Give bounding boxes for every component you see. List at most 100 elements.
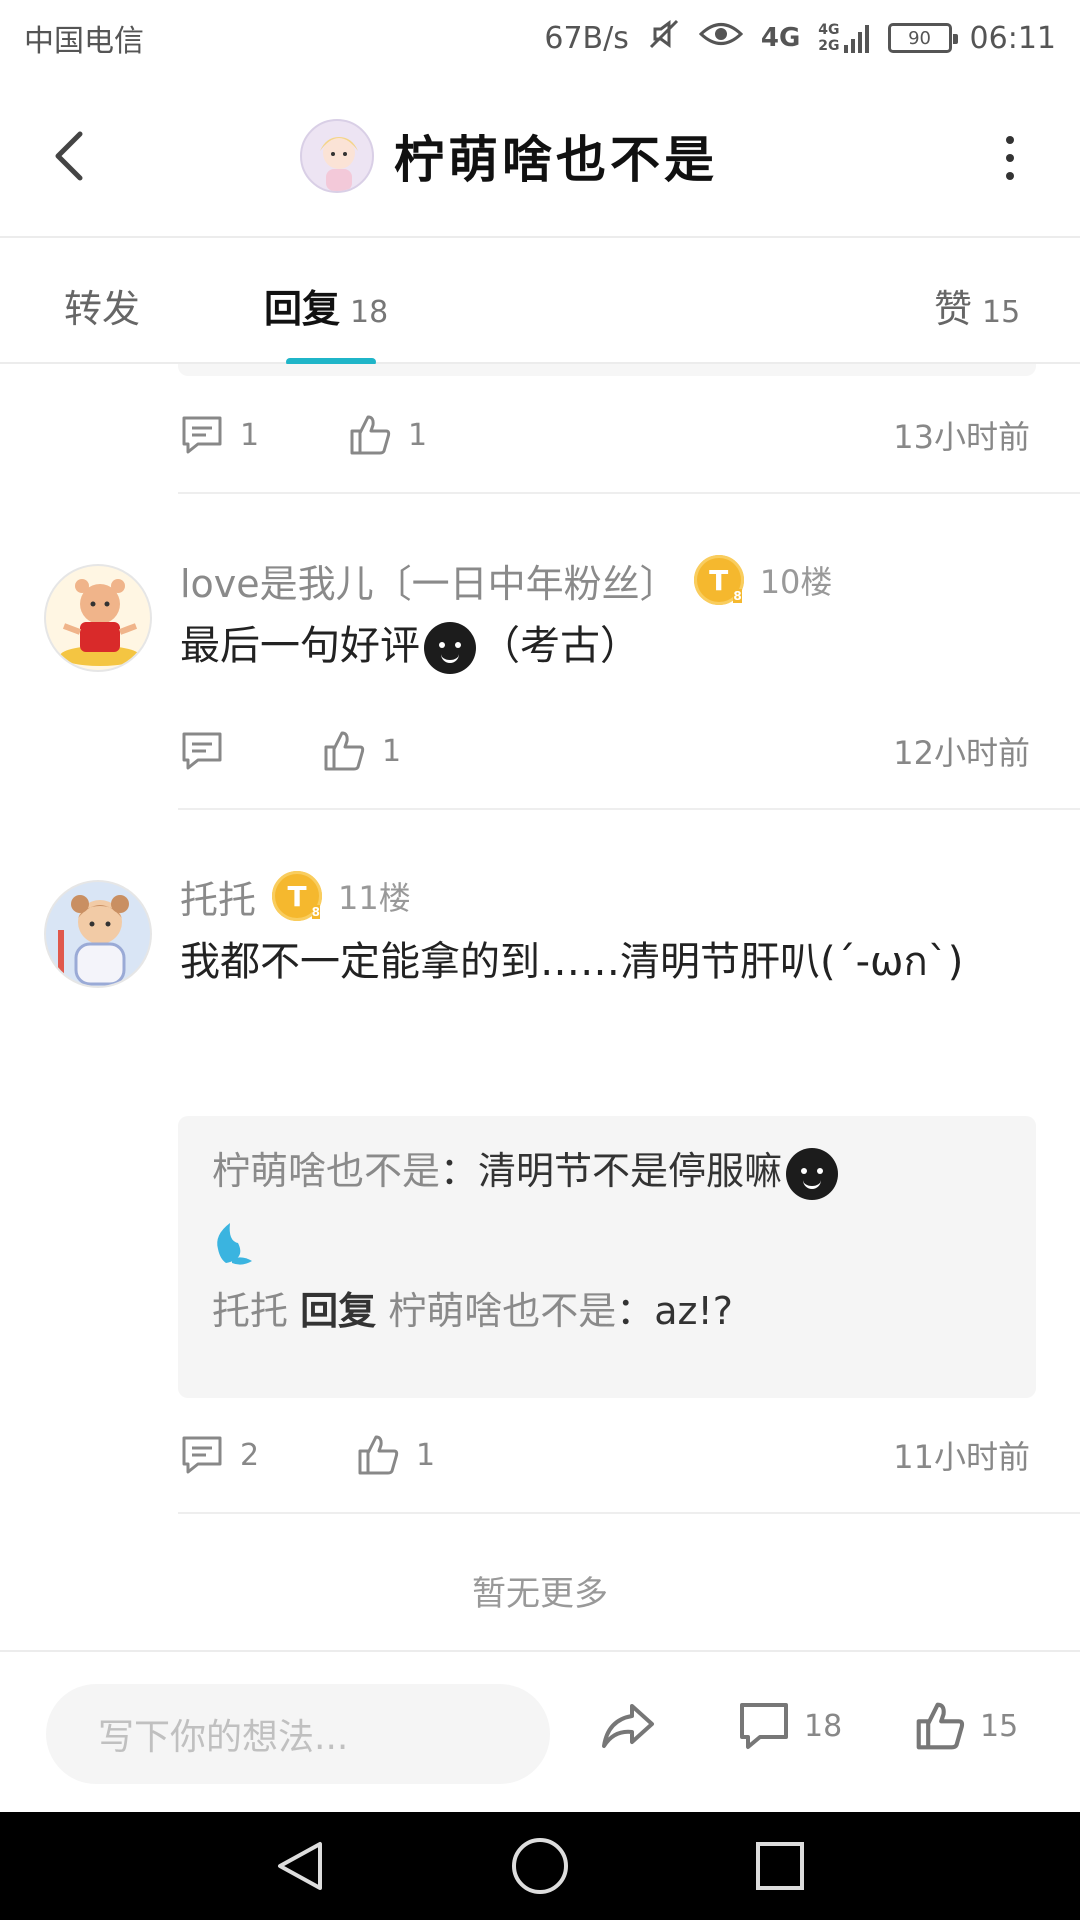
comment-actions: 2 1 11小时前 — [180, 1430, 1030, 1480]
comment-count: 2 — [240, 1437, 260, 1473]
reply-text: az!? — [654, 1289, 733, 1333]
tab-reply[interactable]: 回复 18 — [264, 278, 388, 333]
prev-comment-button[interactable]: 1 — [180, 414, 259, 456]
reply-list[interactable]: 1 1 13小时前 love是我儿〔一日中年粉丝〕 T8 10楼 最后一句好评（… — [0, 364, 1080, 1650]
chevron-left-icon — [55, 131, 83, 181]
tab-like-count: 15 — [982, 295, 1021, 330]
tab-repost[interactable]: 转发 — [64, 278, 140, 333]
floor-number: 10楼 — [759, 563, 833, 601]
commenter-name[interactable]: love是我儿〔一日中年粉丝〕 — [180, 553, 678, 608]
nav-home-button[interactable] — [508, 1834, 572, 1898]
network-speed: 67B/s — [544, 20, 629, 56]
battery-icon: 90 — [887, 23, 958, 53]
tab-like-label: 赞 — [934, 287, 973, 331]
tab-like[interactable]: 赞 15 — [934, 278, 1020, 333]
floor-number: 11楼 — [338, 879, 411, 917]
reply-item: 托托 回复 柠萌啥也不是：az!? — [212, 1289, 733, 1333]
smile-emoji-icon — [424, 622, 476, 674]
reply-text: 清明节不是停服嘛 — [478, 1149, 783, 1193]
top-header: 柠萌啥也不是 — [0, 76, 1080, 238]
reply-author[interactable]: 柠萌啥也不是 — [212, 1149, 440, 1193]
clock: 06:11 — [969, 20, 1056, 56]
comments-button[interactable]: 18 — [738, 1694, 842, 1758]
prev-timestamp: 13小时前 — [893, 418, 1030, 456]
comment-input[interactable]: 写下你的想法... — [46, 1684, 550, 1784]
divider — [178, 492, 1080, 494]
smile-emoji-icon — [786, 1147, 839, 1200]
mute-icon — [647, 17, 681, 59]
comment-button[interactable] — [180, 730, 240, 772]
circle-home-icon — [512, 1838, 568, 1894]
system-navigation-bar — [0, 1812, 1080, 1920]
thumbs-up-icon — [324, 731, 365, 771]
comment-icon — [182, 732, 222, 770]
like-count: 1 — [416, 1437, 436, 1473]
prev-comment-count: 1 — [240, 417, 260, 453]
more-options-button[interactable] — [1000, 136, 1020, 180]
more-dot-icon — [1006, 136, 1014, 144]
level-badge-icon: T8 — [693, 555, 744, 605]
comment-icon — [740, 1703, 788, 1749]
like-button[interactable]: 1 — [356, 1433, 435, 1477]
nav-back-button[interactable] — [268, 1834, 332, 1898]
previous-reply-box-edge — [178, 364, 1036, 376]
comment-icon — [182, 1436, 222, 1474]
more-dot-icon — [1006, 172, 1014, 180]
title-group[interactable]: 柠萌啥也不是 — [300, 116, 718, 196]
comment-actions: 1 12小时前 — [180, 726, 1030, 776]
like-button[interactable]: 15 — [914, 1694, 1018, 1758]
thumbs-up-icon — [916, 1702, 965, 1750]
prev-like-count: 1 — [408, 417, 428, 453]
reply-keyword: 回复 — [300, 1289, 377, 1333]
reply-preview-box[interactable]: 柠萌啥也不是：清明节不是停服嘛 托托 回复 柠萌啥也不是：az!? — [178, 1116, 1036, 1398]
reply-item: 柠萌啥也不是：清明节不是停服嘛 — [212, 1136, 1002, 1276]
sweat-drop-emoji-icon — [212, 1219, 258, 1269]
comment-button[interactable]: 2 — [180, 1434, 259, 1476]
share-icon — [602, 1704, 654, 1748]
triangle-back-icon — [278, 1842, 322, 1890]
tab-reply-label: 回复 — [264, 287, 341, 331]
commenter-avatar[interactable] — [44, 564, 152, 672]
tab-bar: 转发 回复 18 赞 15 — [0, 238, 1080, 366]
reply-target[interactable]: 柠萌啥也不是 — [388, 1289, 616, 1333]
no-more-label: 暂无更多 — [472, 1574, 608, 1614]
bottom-action-bar: 写下你的想法... 18 15 — [0, 1650, 1080, 1812]
page-title: 柠萌啥也不是 — [394, 131, 718, 189]
divider — [178, 1512, 1080, 1514]
comments-count: 18 — [804, 1708, 843, 1744]
timestamp: 11小时前 — [893, 1438, 1030, 1476]
more-dot-icon — [1006, 154, 1014, 162]
reply-author[interactable]: 托托 — [212, 1289, 288, 1333]
status-icons: 67B/s 4G 4G 2G 90 06:11 — [544, 17, 1056, 59]
comment-text: 我都不一定能拿的到……清明节肝叭(´-ωก`) — [180, 939, 964, 985]
comment-header: love是我儿〔一日中年粉丝〕 T8 10楼 — [180, 552, 832, 608]
eye-icon — [698, 19, 744, 57]
prev-like-button[interactable]: 1 — [348, 413, 427, 457]
comment-header: 托托 T8 11楼 — [180, 868, 411, 924]
level-badge-icon: T8 — [272, 871, 323, 921]
prev-item-actions: 1 1 13小时前 — [180, 410, 1030, 460]
signal-icon: 4G 2G — [818, 22, 869, 54]
share-button[interactable] — [600, 1694, 656, 1758]
network-type: 4G — [760, 23, 801, 53]
carrier-label: 中国电信 — [24, 24, 144, 59]
thumbs-up-icon — [358, 1435, 399, 1475]
like-count: 1 — [382, 733, 402, 769]
comment-text: 最后一句好评 （考古） — [180, 608, 1030, 684]
network-small-bottom: 2G — [818, 38, 840, 54]
battery-level: 90 — [908, 27, 931, 49]
square-recents-icon — [756, 1842, 804, 1890]
likes-count: 15 — [980, 1708, 1019, 1744]
user-avatar[interactable] — [300, 119, 374, 193]
nav-recents-button[interactable] — [748, 1834, 812, 1898]
network-small-top: 4G — [818, 22, 840, 38]
status-bar: 中国电信 67B/s 4G 4G 2G 90 06:11 — [0, 0, 1080, 76]
like-button[interactable]: 1 — [322, 729, 401, 773]
tab-reply-count: 18 — [350, 295, 389, 330]
tab-repost-label: 转发 — [64, 287, 141, 331]
back-button[interactable] — [40, 126, 100, 186]
commenter-avatar[interactable] — [44, 880, 152, 988]
divider — [178, 808, 1080, 810]
thumbs-up-icon — [350, 415, 391, 455]
commenter-name[interactable]: 托托 — [180, 869, 256, 924]
